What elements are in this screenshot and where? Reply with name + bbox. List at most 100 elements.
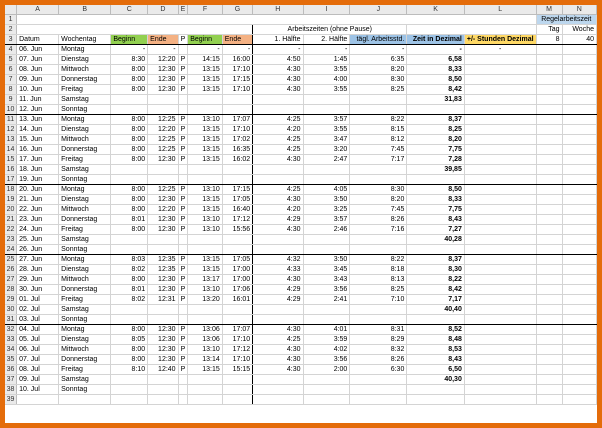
- cell-p[interactable]: P: [178, 194, 189, 205]
- row-header[interactable]: 39: [5, 394, 18, 405]
- cell-h2[interactable]: 1:45: [303, 54, 351, 65]
- cell-t[interactable]: 8:26: [349, 214, 408, 225]
- cell-h1[interactable]: 4:25: [252, 144, 304, 155]
- cell-p[interactable]: [178, 44, 189, 55]
- empty-cell[interactable]: [536, 234, 563, 245]
- cell-h2[interactable]: [303, 244, 351, 255]
- row-header[interactable]: 6: [5, 64, 18, 75]
- empty-cell[interactable]: [536, 374, 563, 385]
- cell-h2[interactable]: 3:55: [303, 124, 351, 135]
- cell-t[interactable]: 8:15: [349, 124, 408, 135]
- cell-z[interactable]: 8,30: [406, 264, 465, 275]
- empty-cell[interactable]: [536, 264, 563, 275]
- cell-z[interactable]: 8,22: [406, 274, 465, 285]
- cell-e1[interactable]: 12:30: [147, 324, 179, 335]
- empty-cell[interactable]: [536, 364, 563, 375]
- cell-date[interactable]: 06. Jul: [16, 344, 60, 355]
- cell-e1[interactable]: [147, 304, 179, 315]
- cell-p[interactable]: P: [178, 64, 189, 75]
- cell-e1[interactable]: 12:30: [147, 214, 179, 225]
- cell-h1[interactable]: 4:50: [252, 54, 304, 65]
- cell-z[interactable]: 7,75: [406, 204, 465, 215]
- cell-t[interactable]: 8:25: [349, 284, 408, 295]
- cell-p[interactable]: [178, 94, 189, 105]
- cell-date[interactable]: 09. Jul: [16, 374, 60, 385]
- empty-cell[interactable]: [562, 74, 597, 85]
- empty-cell[interactable]: [562, 44, 597, 55]
- cell-date[interactable]: 04. Jul: [16, 324, 60, 335]
- ende1-header[interactable]: Ende: [147, 34, 179, 45]
- cell-b1[interactable]: [110, 314, 149, 325]
- empty-cell[interactable]: [562, 244, 597, 255]
- empty-cell[interactable]: [536, 84, 563, 95]
- cell-b1[interactable]: 8:00: [110, 194, 149, 205]
- row-header[interactable]: 22: [5, 224, 18, 235]
- cell-e1[interactable]: [147, 104, 179, 115]
- cell-z[interactable]: 8,53: [406, 344, 465, 355]
- row-header[interactable]: 8: [5, 84, 18, 95]
- cell-z[interactable]: 40,28: [406, 234, 465, 245]
- cell-e2[interactable]: 16:01: [222, 294, 254, 305]
- cell-date[interactable]: 09. Jun: [16, 74, 60, 85]
- cell-h1[interactable]: 4:30: [252, 274, 304, 285]
- column-header[interactable]: G: [222, 5, 254, 15]
- cell-h2[interactable]: 3:56: [303, 284, 351, 295]
- cell-p[interactable]: P: [178, 294, 189, 305]
- cell-date[interactable]: 15. Jun: [16, 134, 60, 145]
- row-header[interactable]: 10: [5, 104, 18, 115]
- cell-t[interactable]: [349, 394, 408, 405]
- cell-e1[interactable]: 12:30: [147, 64, 179, 75]
- cell-date[interactable]: 06. Jun: [16, 44, 60, 55]
- cell-b1[interactable]: 8:00: [110, 64, 149, 75]
- cell-h2[interactable]: 2:46: [303, 224, 351, 235]
- cell-e2[interactable]: 17:07: [222, 324, 254, 335]
- empty-cell[interactable]: [536, 384, 563, 395]
- cell-day[interactable]: [58, 394, 112, 405]
- cell-z[interactable]: 31,83: [406, 94, 465, 105]
- cell-h2[interactable]: 2:00: [303, 364, 351, 375]
- cell-s[interactable]: [464, 274, 537, 285]
- cell-b1[interactable]: [110, 174, 149, 185]
- cell-e1[interactable]: [147, 374, 179, 385]
- empty-cell[interactable]: [536, 144, 563, 155]
- cell-t[interactable]: 8:20: [349, 64, 408, 75]
- empty-cell[interactable]: [562, 234, 597, 245]
- cell-e1[interactable]: 12:20: [147, 204, 179, 215]
- empty-cell[interactable]: [536, 244, 563, 255]
- beginn2-header[interactable]: Beginn: [187, 34, 223, 45]
- empty-cell[interactable]: [562, 224, 597, 235]
- empty-cell[interactable]: [562, 94, 597, 105]
- cell-h1[interactable]: [252, 374, 304, 385]
- cell-b2[interactable]: 13:15: [187, 74, 223, 85]
- cell-e2[interactable]: [222, 94, 254, 105]
- cell-day[interactable]: Freitag: [58, 84, 112, 95]
- select-all-corner[interactable]: [5, 5, 18, 15]
- cell-s[interactable]: [464, 324, 537, 335]
- cell-z[interactable]: 8,33: [406, 194, 465, 205]
- cell-b1[interactable]: 8:00: [110, 324, 149, 335]
- cell-p[interactable]: [178, 104, 189, 115]
- empty-cell[interactable]: [562, 204, 597, 215]
- cell-b2[interactable]: [187, 174, 223, 185]
- empty-cell[interactable]: [536, 394, 563, 405]
- cell-z[interactable]: 8,37: [406, 254, 465, 265]
- cell-s[interactable]: [464, 264, 537, 275]
- cell-p[interactable]: P: [178, 54, 189, 65]
- cell-z[interactable]: 7,17: [406, 294, 465, 305]
- cell-day[interactable]: Sonntag: [58, 314, 112, 325]
- cell-e1[interactable]: 12:25: [147, 144, 179, 155]
- cell-e2[interactable]: 17:02: [222, 134, 254, 145]
- cell-t[interactable]: [349, 374, 408, 385]
- cell-date[interactable]: 08. Jun: [16, 64, 60, 75]
- cell-h1[interactable]: [252, 174, 304, 185]
- cell-day[interactable]: Donnerstag: [58, 144, 112, 155]
- empty-cell[interactable]: [562, 64, 597, 75]
- cell-day[interactable]: Montag: [58, 44, 112, 55]
- row-header[interactable]: 25: [5, 254, 18, 265]
- cell-day[interactable]: Samstag: [58, 234, 112, 245]
- cell-b2[interactable]: 13:10: [187, 224, 223, 235]
- cell-date[interactable]: 13. Jun: [16, 114, 60, 125]
- row-header[interactable]: 28: [5, 284, 18, 295]
- cell-t[interactable]: [349, 244, 408, 255]
- row-header[interactable]: 35: [5, 354, 18, 365]
